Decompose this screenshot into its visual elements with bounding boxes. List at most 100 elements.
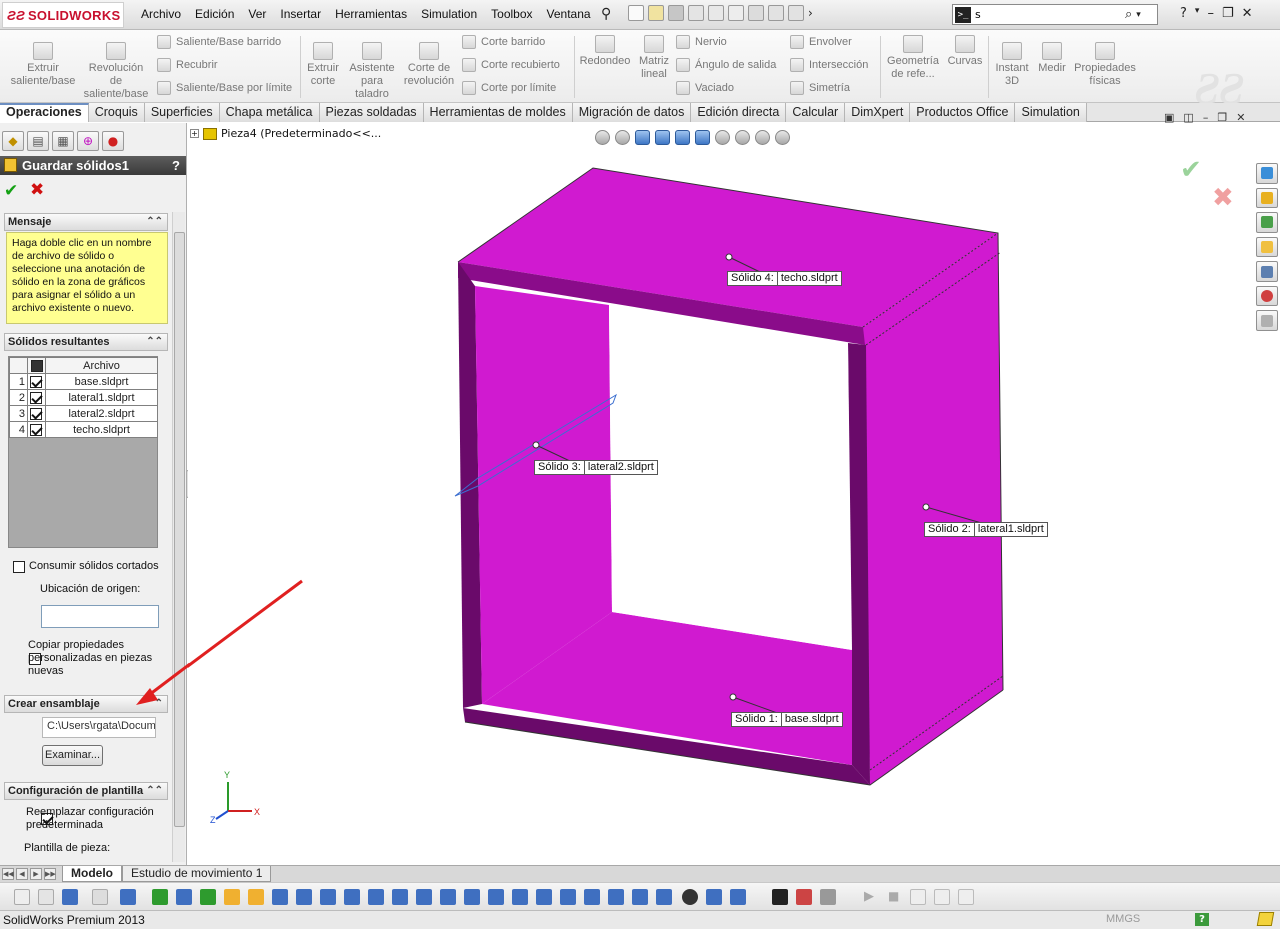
menu-ver[interactable]: Ver <box>241 7 273 21</box>
row-file[interactable]: lateral1.sldprt <box>45 389 158 406</box>
options-icon[interactable] <box>788 5 804 21</box>
file-properties-icon[interactable] <box>768 5 784 21</box>
swept-cut-button[interactable]: Corte barrido <box>462 35 545 49</box>
filter-edges-icon[interactable] <box>176 889 192 905</box>
panel-scrollbar[interactable] <box>172 212 185 862</box>
tab-calcular[interactable]: Calcular <box>786 103 846 122</box>
search-dropdown-icon[interactable]: ▾ <box>1136 10 1141 20</box>
row-file[interactable]: techo.sldprt <box>45 421 158 438</box>
linear-pattern-button[interactable]: Matriz lineal <box>634 35 674 81</box>
play-icon[interactable]: ▶ <box>864 889 880 905</box>
row-file[interactable]: lateral2.sldprt <box>45 405 158 422</box>
tab-migracion-datos[interactable]: Migración de datos <box>572 103 692 122</box>
dimxpert-manager-tab-icon[interactable]: ⊕ <box>77 131 99 151</box>
filter-axes-icon[interactable] <box>368 889 384 905</box>
save-animation-icon[interactable] <box>910 889 926 905</box>
record-icon[interactable] <box>796 889 812 905</box>
filter-features-icon[interactable] <box>248 889 264 905</box>
network-icon[interactable] <box>820 889 836 905</box>
select-other-icon[interactable] <box>120 889 136 905</box>
revolved-cut-button[interactable]: Corte de revolución <box>402 42 456 88</box>
filter-datums-icon[interactable] <box>464 889 480 905</box>
tab-edicion-directa[interactable]: Edición directa <box>691 103 787 122</box>
copy-icon[interactable] <box>934 889 950 905</box>
filter-dimensions-icon[interactable] <box>416 889 432 905</box>
menu-toolbox[interactable]: Toolbox <box>484 7 539 21</box>
filter-sketch-points-icon[interactable] <box>272 889 288 905</box>
browse-button[interactable]: Examinar... <box>42 745 103 766</box>
body-callout-3[interactable]: Sólido 3: lateral2.sldprt <box>534 460 658 475</box>
model-viewport[interactable]: Y X Z <box>188 123 1256 865</box>
save-icon[interactable] <box>668 5 684 21</box>
filter-solid-bodies-icon[interactable] <box>730 889 746 905</box>
row-checkbox[interactable] <box>27 389 46 406</box>
minimize-icon[interactable]: – <box>1207 6 1214 21</box>
extrude-boss-button[interactable]: Extruir saliente/base <box>8 42 78 88</box>
scrollbar-thumb[interactable] <box>174 232 185 827</box>
display-manager-tab-icon[interactable]: ● <box>102 131 124 151</box>
help-dropdown-icon[interactable]: ▾ <box>1195 6 1200 21</box>
checkbox-icon[interactable] <box>30 375 42 388</box>
collapse-chevron-icon[interactable]: ⌃⌃ <box>146 214 163 230</box>
cancel-x-icon[interactable]: ✖ <box>30 180 44 200</box>
body-callout-1[interactable]: Sólido 1: base.sldprt <box>731 712 843 727</box>
filter-welds-icon[interactable] <box>536 889 552 905</box>
consume-cut-bodies-checkbox[interactable] <box>13 561 25 573</box>
prev-tab-icon[interactable]: ◀ <box>16 868 28 880</box>
callout-file[interactable]: lateral2.sldprt <box>588 461 654 473</box>
design-library-tab[interactable] <box>1256 212 1278 233</box>
appearances-tab[interactable] <box>1256 285 1278 307</box>
measure-button[interactable]: Medir <box>1036 42 1068 75</box>
tab-superficies[interactable]: Superficies <box>144 103 220 122</box>
filter-surface-bodies-icon[interactable] <box>706 889 722 905</box>
callout-file[interactable]: base.sldprt <box>785 713 839 725</box>
wrap-button[interactable]: Envolver <box>790 35 852 49</box>
table-row[interactable]: 3 lateral2.sldprt <box>9 405 158 422</box>
configuration-manager-tab-icon[interactable]: ▦ <box>52 131 74 151</box>
instant3d-button[interactable]: Instant 3D <box>992 42 1032 88</box>
checkbox-icon[interactable] <box>30 407 42 420</box>
units-indicator[interactable]: MMGS <box>1106 913 1140 925</box>
hole-wizard-button[interactable]: Asistente para taladro <box>346 42 398 101</box>
filter-faces-green-icon[interactable] <box>200 889 216 905</box>
tab-herramientas-moldes[interactable]: Herramientas de moldes <box>423 103 573 122</box>
next-tab-icon[interactable]: ▶ <box>30 868 42 880</box>
template-group-header[interactable]: Configuración de plantilla ⌃⌃ <box>4 782 168 800</box>
assembly-path-field[interactable]: C:\Users\rgata\Docum <box>42 717 156 738</box>
collapse-chevron-icon[interactable]: ⌃⌃ <box>146 783 163 799</box>
solids-group-header[interactable]: Sólidos resultantes ⌃⌃ <box>4 333 168 351</box>
tab-piezas-soldadas[interactable]: Piezas soldadas <box>319 103 424 122</box>
select-icon[interactable] <box>92 889 108 905</box>
filter-mid-icon[interactable] <box>682 889 698 905</box>
shell-button[interactable]: Vaciado <box>676 81 734 95</box>
last-tab-icon[interactable]: ▶▶ <box>44 868 56 880</box>
search-icon[interactable]: ⌕ <box>1125 7 1132 22</box>
menu-edicion[interactable]: Edición <box>188 7 241 21</box>
tab-simulation[interactable]: Simulation <box>1015 103 1087 122</box>
print-icon[interactable] <box>688 5 704 21</box>
rebuild-status-icon[interactable] <box>1256 912 1275 926</box>
boundary-cut-button[interactable]: Corte por límite <box>462 81 556 95</box>
restore-icon[interactable]: ❐ <box>1222 6 1234 21</box>
filter-centers-icon[interactable] <box>344 889 360 905</box>
menu-simulation[interactable]: Simulation <box>414 7 484 21</box>
tab-chapa-metalica[interactable]: Chapa metálica <box>219 103 320 122</box>
fillet-button[interactable]: Redondeo <box>578 35 632 68</box>
extruded-cut-button[interactable]: Extruir corte <box>303 42 343 88</box>
menu-archivo[interactable]: Archivo <box>134 7 188 21</box>
filter-bodies-icon[interactable] <box>224 889 240 905</box>
solidworks-logo[interactable]: ƧƧ SOLIDWORKS <box>2 2 124 28</box>
intersect-button[interactable]: Intersección <box>790 58 868 72</box>
filter-cosmetic-threads-icon[interactable] <box>584 889 600 905</box>
first-tab-icon[interactable]: ◀◀ <box>2 868 14 880</box>
filter-midpoints-icon[interactable] <box>320 889 336 905</box>
file-explorer-tab[interactable] <box>1256 236 1278 258</box>
curves-button[interactable]: Curvas <box>944 35 986 68</box>
table-row[interactable]: 4 techo.sldprt <box>9 421 158 438</box>
tab-estudio-movimiento[interactable]: Estudio de movimiento 1 <box>122 866 272 882</box>
rebuild-icon[interactable] <box>748 5 764 21</box>
tab-dimxpert[interactable]: DimXpert <box>845 103 911 122</box>
pin-icon[interactable]: ⚲ <box>601 6 611 22</box>
quick-tips-help-icon[interactable]: ? <box>1195 913 1209 926</box>
lofted-cut-button[interactable]: Corte recubierto <box>462 58 560 72</box>
